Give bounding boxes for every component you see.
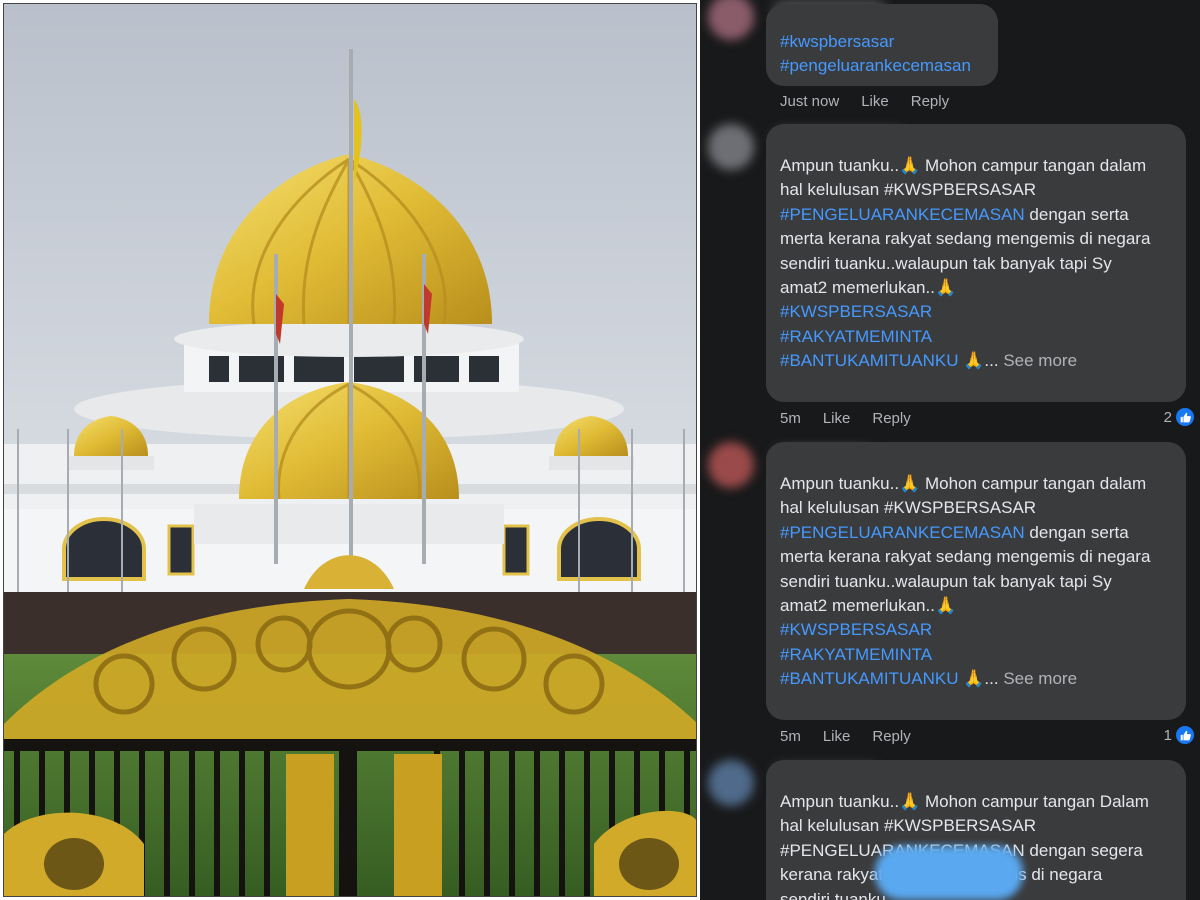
- reaction-summary[interactable]: 2: [1164, 408, 1194, 426]
- comment-text: sendiri tuanku..walaupun tak banyak tapi…: [780, 571, 1112, 591]
- commenter-avatar[interactable]: [708, 124, 754, 170]
- comment-line: #BANTUKAMITUANKU 🙏... See more: [780, 349, 1172, 373]
- see-more-link[interactable]: See more: [1003, 669, 1077, 688]
- redaction-blur: [875, 846, 1023, 900]
- comment-text: hal kelulusan #KWSPBERSASAR: [780, 816, 1037, 836]
- comment-line: #RAKYATMEMINTA: [780, 643, 1172, 667]
- comment-actions-3: 5m Like Reply: [780, 728, 911, 745]
- comment-text: dengan serta: [1024, 204, 1129, 224]
- comment-line: amat2 memerlukan..🙏: [780, 276, 1172, 300]
- comment-line: hal kelulusan #KWSPBERSASAR: [780, 496, 1172, 520]
- reaction-count: 2: [1163, 408, 1172, 426]
- like-button[interactable]: Like: [861, 93, 889, 110]
- comment-line: Ampun tuanku..🙏 Mohon campur tangan Dala…: [780, 790, 1172, 814]
- comment-time: 5m: [780, 410, 801, 427]
- comment-line: #kwspbersasar: [780, 30, 984, 54]
- hashtag-link[interactable]: #RAKYATMEMINTA: [780, 327, 932, 346]
- hashtag-link[interactable]: #PENGELUARANKECEMASAN: [780, 523, 1025, 542]
- folded-hands-emoji: 🙏: [934, 596, 957, 616]
- like-button[interactable]: Like: [823, 410, 851, 427]
- palace-illustration: [4, 4, 696, 896]
- commenter-avatar[interactable]: [708, 442, 754, 488]
- comment-line: merta kerana rakyat sedang mengemis di n…: [780, 227, 1172, 251]
- comment-line: #BANTUKAMITUANKU 🙏... See more: [780, 667, 1172, 691]
- comment-line: Ampun tuanku..🙏 Mohon campur tangan dala…: [780, 472, 1172, 496]
- commenter-avatar[interactable]: [708, 0, 754, 40]
- folded-hands-emoji: 🙏: [958, 351, 985, 371]
- see-more-link[interactable]: See more: [1003, 351, 1077, 370]
- comment-text: ...: [984, 669, 1004, 689]
- comment-text: dengan serta: [1024, 522, 1129, 542]
- comment-line: #KWSPBERSASAR: [780, 300, 1172, 324]
- folded-hands-emoji: 🙏: [899, 792, 921, 811]
- comment-time: 5m: [780, 728, 801, 745]
- hashtag-link[interactable]: #PENGELUARANKECEMASAN: [780, 205, 1025, 224]
- comment-line: #pengeluarankecemasan: [780, 54, 984, 78]
- comment-line: #PENGELUARANKECEMASAN dengan serta: [780, 203, 1172, 227]
- comment-bubble-3: Ampun tuanku..🙏 Mohon campur tangan dala…: [766, 442, 1186, 720]
- hashtag-link[interactable]: #BANTUKAMITUANKU: [780, 351, 959, 370]
- comment-text: merta kerana rakyat sedang mengemis di n…: [780, 547, 1151, 567]
- reply-button[interactable]: Reply: [911, 93, 949, 110]
- comment-text: hal kelulusan #KWSPBERSASAR: [780, 180, 1037, 200]
- comment-line: #KWSPBERSASAR: [780, 618, 1172, 642]
- folded-hands-emoji: 🙏: [958, 669, 985, 689]
- comment-time: Just now: [780, 93, 840, 110]
- comment-text: amat2 memerlukan..: [780, 596, 935, 616]
- comment-line: merta kerana rakyat sedang mengemis di n…: [780, 545, 1172, 569]
- comment-body: Ampun tuanku..🙏 Mohon campur tangan dala…: [780, 154, 1172, 374]
- comment-text: Mohon campur tangan dalam: [920, 474, 1147, 493]
- comment-actions-1: Just now Like Reply: [780, 93, 949, 110]
- comment-bubble-2: Ampun tuanku..🙏 Mohon campur tangan dala…: [766, 124, 1186, 402]
- comment-line: hal kelulusan #KWSPBERSASAR: [780, 178, 1172, 202]
- comment-actions-2: 5m Like Reply: [780, 410, 911, 427]
- folded-hands-emoji: 🙏: [899, 474, 921, 493]
- reaction-summary[interactable]: 1: [1164, 726, 1194, 744]
- comment-text: ...: [984, 351, 1004, 371]
- comment-line: Ampun tuanku..🙏 Mohon campur tangan dala…: [780, 154, 1172, 178]
- comment-text: sendiri tuanku..walaupun tak banyak tapi…: [780, 253, 1112, 273]
- folded-hands-emoji: 🙏: [934, 278, 957, 298]
- comment-body: Ampun tuanku..🙏 Mohon campur tangan dala…: [780, 472, 1172, 692]
- reply-button[interactable]: Reply: [872, 410, 910, 427]
- palace-photo: [3, 3, 697, 897]
- like-button[interactable]: Like: [823, 728, 851, 745]
- comment-text: amat2 memerlukan..: [780, 278, 935, 298]
- hashtag-link[interactable]: #RAKYATMEMINTA: [780, 645, 932, 664]
- commenter-avatar[interactable]: [708, 760, 754, 806]
- hashtag-link[interactable]: #KWSPBERSASAR: [780, 620, 932, 639]
- comment-text: Mohon campur tangan dalam: [920, 156, 1147, 175]
- comment-text: sendiri tuanku: [780, 889, 886, 900]
- comment-line: hal kelulusan #KWSPBERSASAR: [780, 814, 1172, 838]
- comment-body: #kwspbersasar #pengeluarankecemasan: [780, 30, 984, 79]
- comment-text: Ampun tuanku..: [780, 156, 900, 175]
- comments-panel: #kwspbersasar #pengeluarankecemasan Just …: [700, 0, 1200, 900]
- like-thumb-icon: [1176, 408, 1194, 426]
- hashtag-link[interactable]: #KWSPBERSASAR: [780, 302, 932, 321]
- comment-line: amat2 memerlukan..🙏: [780, 594, 1172, 618]
- hashtag-link[interactable]: #kwspbersasar: [780, 32, 894, 51]
- folded-hands-emoji: 🙏: [899, 156, 921, 175]
- comment-line: sendiri tuanku..walaupun tak banyak tapi…: [780, 570, 1172, 594]
- comment-bubble-1: #kwspbersasar #pengeluarankecemasan: [766, 4, 998, 86]
- comment-text: merta kerana rakyat sedang mengemis di n…: [780, 229, 1151, 249]
- reply-button[interactable]: Reply: [872, 728, 910, 745]
- comment-text: Ampun tuanku..: [780, 792, 900, 811]
- comment-line: #RAKYATMEMINTA: [780, 325, 1172, 349]
- like-thumb-icon: [1176, 726, 1194, 744]
- comment-text: Mohon campur tangan Dalam: [920, 792, 1149, 811]
- comment-line: sendiri tuanku..walaupun tak banyak tapi…: [780, 252, 1172, 276]
- comment-text: hal kelulusan #KWSPBERSASAR: [780, 498, 1037, 518]
- comment-text: Ampun tuanku..: [780, 474, 900, 493]
- hashtag-link[interactable]: #BANTUKAMITUANKU: [780, 669, 959, 688]
- reaction-count: 1: [1163, 726, 1172, 744]
- comment-line: #PENGELUARANKECEMASAN dengan serta: [780, 521, 1172, 545]
- hashtag-link[interactable]: #pengeluarankecemasan: [780, 56, 971, 75]
